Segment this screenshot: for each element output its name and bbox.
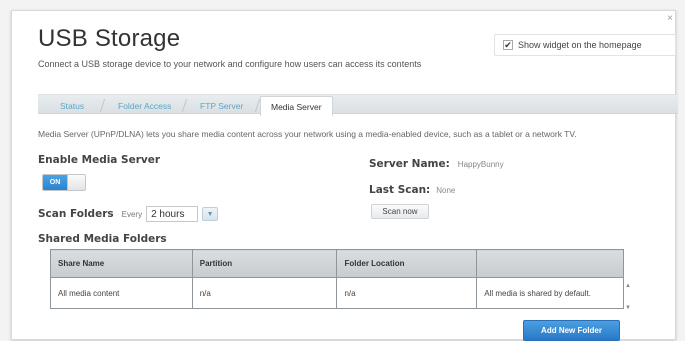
- page-subtitle: Connect a USB storage device to your net…: [38, 59, 422, 69]
- enable-media-server-label: Enable Media Server: [38, 154, 161, 166]
- show-widget-checkbox[interactable]: ✔ Show widget on the homepage: [494, 34, 676, 56]
- cell-folder-location: n/a: [336, 277, 478, 309]
- tab-folder-access[interactable]: Folder Access: [108, 97, 181, 114]
- server-name-label: Server Name:: [369, 158, 450, 170]
- tab-ftp-server[interactable]: FTP Server: [190, 97, 253, 114]
- shared-folders-table: Share Name Partition Folder Location All…: [50, 249, 624, 309]
- tab-media-server[interactable]: Media Server: [260, 96, 333, 116]
- column-header-partition: Partition: [191, 249, 338, 278]
- checkbox-check-icon[interactable]: ✔: [503, 40, 513, 50]
- server-name-row: Server Name: HappyBunny: [369, 158, 504, 170]
- column-header-share-name: Share Name: [50, 249, 193, 278]
- tab-separator: [99, 99, 106, 112]
- scan-folders-row: Scan Folders Every 2 hours ▼: [38, 206, 219, 222]
- close-icon[interactable]: ×: [667, 13, 673, 24]
- column-header-actions: [476, 249, 624, 278]
- scroll-down-icon[interactable]: ▼: [625, 305, 631, 311]
- every-label: Every: [121, 209, 143, 219]
- tab-status[interactable]: Status: [50, 97, 94, 114]
- table-row[interactable]: All media content n/a n/a All media is s…: [50, 277, 624, 309]
- show-widget-label: Show widget on the homepage: [518, 40, 642, 50]
- column-header-folder-location: Folder Location: [336, 249, 478, 278]
- chevron-down-icon[interactable]: ▼: [202, 207, 219, 221]
- usb-storage-panel: × USB Storage Connect a USB storage devi…: [11, 10, 678, 341]
- toggle-on-label: ON: [43, 175, 67, 190]
- server-name-value: HappyBunny: [457, 160, 504, 169]
- scan-interval-select[interactable]: 2 hours: [146, 206, 199, 222]
- enable-media-server-toggle[interactable]: ON: [42, 174, 86, 191]
- cell-partition: n/a: [191, 277, 338, 309]
- table-scrollbar[interactable]: ▲ ▼: [624, 283, 633, 311]
- page-title: USB Storage: [38, 25, 181, 52]
- table-header-row: Share Name Partition Folder Location: [50, 249, 624, 278]
- last-scan-value: None: [436, 186, 456, 195]
- scroll-up-icon[interactable]: ▲: [625, 283, 631, 289]
- tab-bar: Status Folder Access FTP Server Media Se…: [38, 94, 678, 116]
- last-scan-label: Last Scan:: [369, 184, 431, 196]
- last-scan-row: Last Scan: None: [369, 184, 455, 196]
- cell-note: All media is shared by default.: [476, 277, 624, 309]
- media-server-description: Media Server (UPnP/DLNA) lets you share …: [38, 129, 577, 139]
- cell-share-name: All media content: [50, 277, 193, 309]
- tab-separator: [181, 99, 188, 112]
- toggle-knob[interactable]: [67, 175, 85, 190]
- shared-media-folders-title: Shared Media Folders: [38, 233, 167, 245]
- add-new-folder-button[interactable]: Add New Folder: [523, 320, 620, 341]
- scan-folders-label: Scan Folders: [38, 208, 114, 220]
- scan-now-button[interactable]: Scan now: [371, 204, 429, 219]
